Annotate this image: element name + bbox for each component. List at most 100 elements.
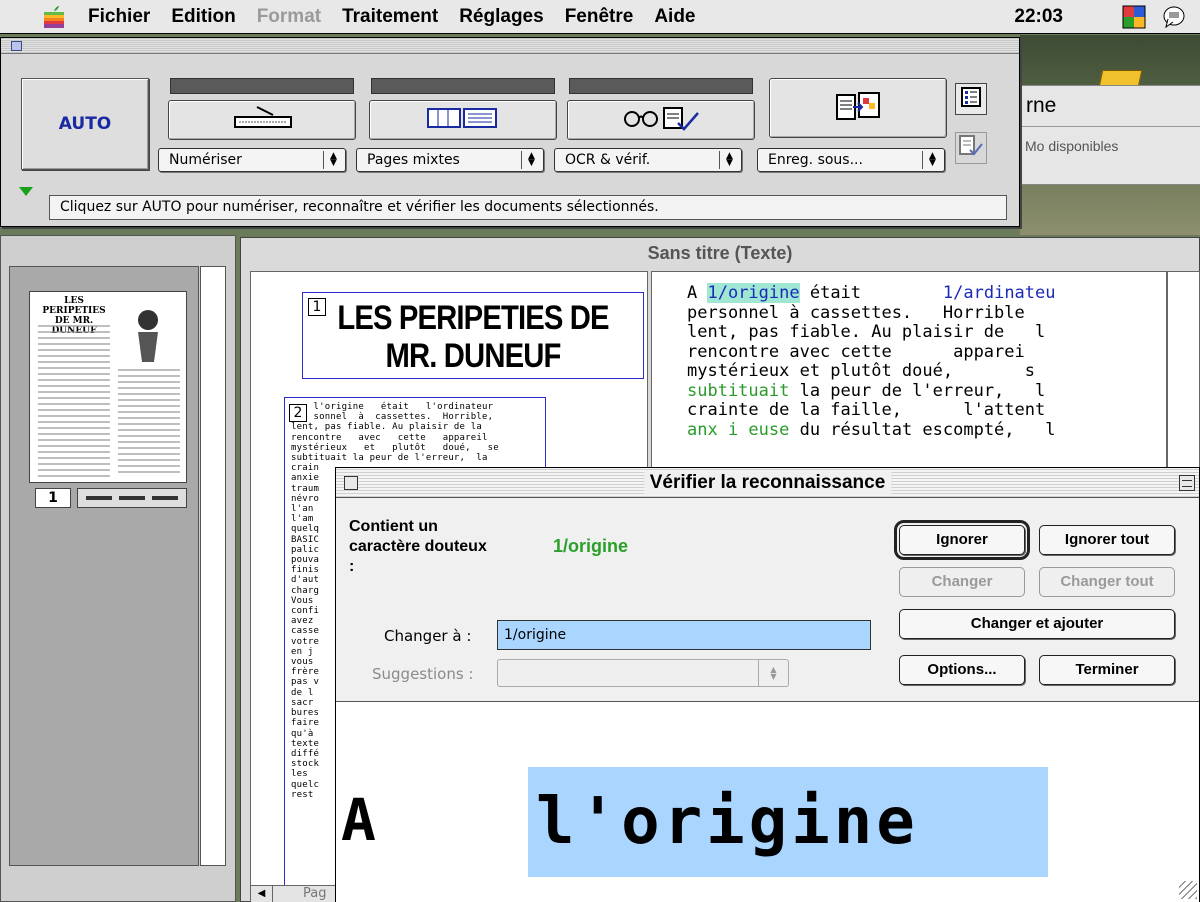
text-segment: du résultat escompté, l [789,419,1056,440]
popup-arrows-icon: ▲ ▼ [922,151,942,169]
thumbnail-zone-tools[interactable] [77,488,187,508]
page-number: 1 [35,488,71,508]
change-and-add-button[interactable]: Changer et ajouter [899,609,1175,639]
text-line: lent, pas fiable. Au plaisir de l [687,322,1157,343]
popup-arrows-icon: ▲ ▼ [521,151,541,169]
text-line: subtituait la peur de l'erreur, l [687,380,1157,402]
text-line: anx i euse du résultat escompté, l [687,419,1157,441]
background-finder-window[interactable]: rne Mo disponibles [1020,85,1200,185]
disclosure-triangle-icon[interactable] [19,187,33,196]
progress-bar [371,78,555,94]
progress-bar [170,78,354,94]
dialog-controls: Contient un caractère douteux : 1/origin… [336,499,1199,701]
scan-tool [168,78,356,140]
save-export-icon [833,89,883,127]
flagged-word[interactable]: 1/ardinateu [943,283,1056,303]
list-icon [960,86,982,112]
apple-icon[interactable] [40,5,68,29]
collapse-box-icon[interactable] [1179,475,1195,491]
zone-number-2: 2 [289,404,307,422]
scan-popup-label: Numériser [169,152,242,168]
text-segment: A [687,283,708,303]
menu-format[interactable]: Format [257,6,321,28]
flagged-word[interactable]: subtituait [687,381,789,401]
menu-reglages[interactable]: Réglages [459,6,543,28]
character-preview: A l'origine [336,702,1199,902]
page-columns-icon [426,107,500,133]
text-line: mystérieux et plutôt doué, s [687,361,1157,382]
ocr-popup-label: OCR & vérif. [565,152,651,168]
text-zone-1[interactable]: LES PERIPETIES DE MR. DUNEUF 1 [302,292,644,379]
preview-prefix: A [341,786,376,854]
scan-popup[interactable]: Numériser ▲ ▼ [158,148,346,172]
verify-recognition-dialog: Vérifier la reconnaissance Contient un c… [335,467,1200,902]
save-button[interactable] [769,78,947,138]
doubtful-character-label: Contient un caractère douteux : [349,518,487,575]
text-segment: lent, pas fiable. Au plaisir de l [687,322,1046,342]
suggestions-popup[interactable]: ▲ ▼ [497,659,789,687]
ocr-popup[interactable]: OCR & vérif. ▲ ▼ [554,148,742,172]
text-segment: personnel à cassettes. Horrible [687,302,1025,323]
ignore-all-button[interactable]: Ignorer tout [1039,525,1175,555]
layout-button[interactable] [369,100,557,140]
close-box-icon[interactable] [344,476,358,490]
ignore-button[interactable]: Ignorer [894,520,1030,560]
thumbnail-panel: LES PERIPETIES DE MR. DUNEUF 1 [0,235,236,902]
resize-grip-icon[interactable] [1179,881,1197,899]
change-button[interactable]: Changer [899,567,1025,597]
text-line: rencontre avec cette apparei [687,341,1157,363]
popup-arrows-icon: ▲ ▼ [758,660,788,686]
popup-arrows-icon: ▲ ▼ [719,151,739,169]
layout-popup[interactable]: Pages mixtes ▲ ▼ [356,148,544,172]
recognized-text: A 1/origine était 1/ardinateu personnel à… [687,283,1157,441]
background-window-title: rne [1026,94,1057,117]
help-balloon-icon[interactable] [1162,5,1186,29]
menu-edition[interactable]: Edition [171,6,235,28]
menu-aide[interactable]: Aide [654,6,695,28]
layout-tool [369,78,557,140]
layout-popup-label: Pages mixtes [367,152,460,168]
scroll-left-arrow-icon[interactable]: ◀ [251,886,273,902]
palette-titlebar[interactable] [1,38,1019,54]
page-thumbnail[interactable]: LES PERIPETIES DE MR. DUNEUF [29,291,187,483]
text-segment: mystérieux et plutôt doué, s [687,361,1035,381]
ocr-glasses-icon [620,105,702,135]
text-line: crainte de la faille, l'attent [687,400,1157,421]
flagged-word[interactable]: anx i euse [687,420,789,440]
scanner-icon [227,105,297,135]
menu-traitement[interactable]: Traitement [342,6,438,28]
verify-document-button[interactable] [955,132,987,164]
text-segment: était [799,283,943,303]
close-box-icon[interactable] [11,41,22,51]
flagged-word[interactable]: 1/origine [707,283,800,303]
auto-button[interactable]: AUTO [21,78,149,170]
finish-button[interactable]: Terminer [1039,655,1175,685]
dialog-title: Vérifier la reconnaissance [643,471,892,495]
zone-1-heading: LES PERIPETIES DE MR. DUNEUF [337,299,609,375]
change-to-field[interactable]: 1/origine [497,620,871,650]
document-list-button[interactable] [955,83,987,115]
text-segment: la peur de l'erreur, l [789,380,1046,401]
progress-bar [569,78,753,94]
status-message: Cliquez sur AUTO pour numériser, reconna… [49,195,1007,220]
menu-fichier[interactable]: Fichier [88,6,150,28]
suggestions-label: Suggestions : [372,665,474,683]
divider [1020,126,1200,127]
text-segment: crainte de la faille, l'attent [687,400,1046,420]
change-all-button[interactable]: Changer tout [1039,567,1175,597]
auto-toolbar-palette: AUTO Numériser ▲ ▼ Pages mixtes ▲ ▼ OCR … [0,37,1020,227]
popup-arrows-icon: ▲ ▼ [323,151,343,169]
thumbnail-content [38,310,180,477]
scan-button[interactable] [168,100,356,140]
dialog-titlebar[interactable]: Vérifier la reconnaissance [336,468,1199,498]
application-menu-icon[interactable] [1122,5,1146,29]
ocr-button[interactable] [567,100,755,140]
menu-clock[interactable]: 22:03 [1014,6,1063,28]
ocr-tool [567,78,755,140]
menu-fenetre[interactable]: Fenêtre [565,6,634,28]
options-button[interactable]: Options... [899,655,1025,685]
thumbnail-scrollbar[interactable] [200,266,226,866]
text-segment: rencontre avec cette apparei [687,341,1025,362]
save-popup[interactable]: Enreg. sous... ▲ ▼ [757,148,945,172]
window-title[interactable]: Sans titre (Texte) [241,238,1199,268]
